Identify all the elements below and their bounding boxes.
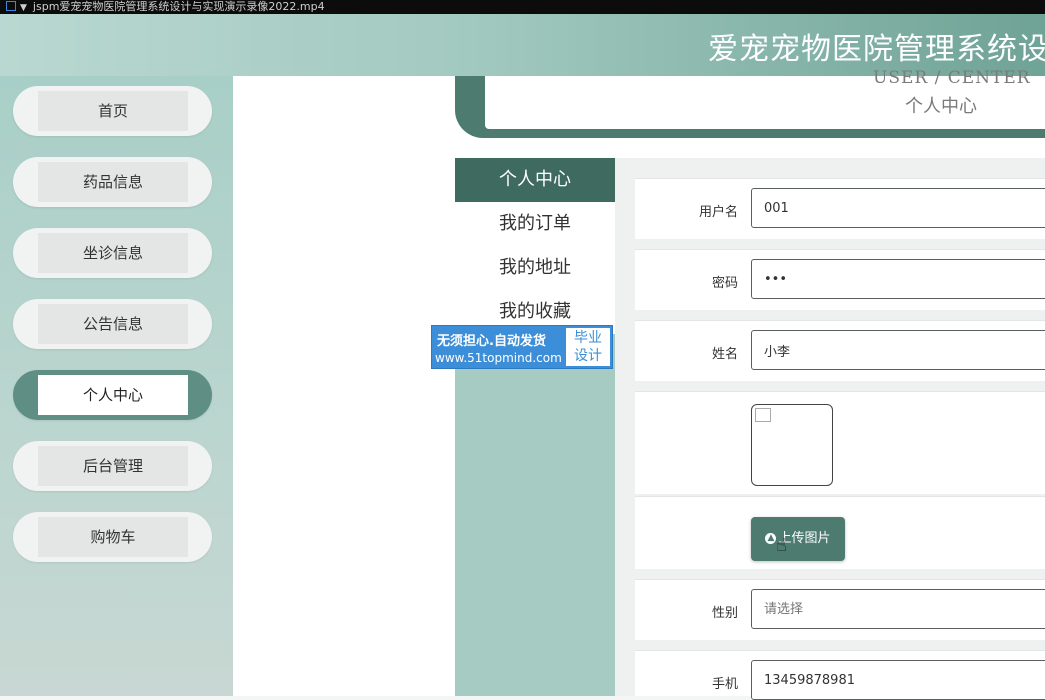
password-label: 密码 [711, 276, 738, 291]
sidebar-item-cart[interactable]: 购物车 [13, 512, 212, 562]
sidebar-item-label: 购物车 [38, 517, 188, 557]
sidebar-item-admin[interactable]: 后台管理 [13, 441, 212, 491]
broken-image-icon [755, 408, 771, 422]
gender-label: 性别 [711, 606, 738, 621]
window-title: jspm爱宠宠物医院管理系统设计与实现演示录像2022.mp4 [32, 0, 325, 13]
name-label: 姓名 [711, 347, 738, 362]
password-field[interactable] [751, 259, 1045, 299]
watermark-box-line2: 设计 [574, 348, 602, 364]
sidebar-item-clinic[interactable]: 坐诊信息 [13, 228, 212, 278]
sidebar: 首页 药品信息 坐诊信息 公告信息 个人中心 后台管理 购物车 [0, 76, 233, 696]
phone-label: 手机 [711, 677, 738, 692]
upload-image-button[interactable]: ▲ 上传图片 [751, 517, 845, 561]
sidebar-item-medicine[interactable]: 药品信息 [13, 157, 212, 207]
sidebar-item-home[interactable]: 首页 [13, 86, 212, 136]
watermark-ad: 无须担心.自动发货 www.51topmind.com 毕业设计 [431, 325, 613, 369]
gender-select[interactable] [751, 589, 1045, 629]
hand-cursor-icon: ☝ [776, 535, 787, 556]
name-field[interactable] [751, 330, 1045, 370]
sidebar-item-label: 公告信息 [38, 304, 188, 344]
sidebar-item-notice[interactable]: 公告信息 [13, 299, 212, 349]
app-icon [6, 1, 16, 11]
upload-icon: ▲ [765, 533, 777, 544]
submenu-item-profile[interactable]: 个人中心 [455, 158, 615, 202]
banner-title-cn: 个人中心 [905, 96, 977, 117]
banner-title-en: USER / CENTER [873, 68, 1031, 88]
watermark-line2: www.51topmind.com [435, 351, 562, 365]
username-field[interactable] [751, 188, 1045, 228]
sidebar-item-label: 坐诊信息 [38, 233, 188, 273]
form-row-name: 姓名 [635, 320, 1045, 381]
form-row-gender: 性别 [635, 579, 1045, 640]
form-row-username: 用户名 [635, 178, 1045, 239]
sidebar-item-label: 首页 [38, 91, 188, 131]
sidebar-item-label: 后台管理 [38, 446, 188, 486]
sidebar-item-user-center[interactable]: 个人中心 [13, 370, 212, 420]
chevron-down-icon[interactable]: ▼ [20, 1, 27, 14]
site-title: 爱宠宠物医院管理系统设计 [708, 32, 1045, 67]
submenu-item-orders[interactable]: 我的订单 [455, 202, 615, 246]
user-center-menu: 个人中心 我的订单 我的地址 我的收藏 [455, 158, 615, 696]
site-header: 爱宠宠物医院管理系统设计 [0, 14, 1045, 76]
banner-card: USER / CENTER 个人中心 [485, 68, 1045, 129]
avatar-image-preview [751, 404, 833, 486]
watermark-box: 毕业 设计 [566, 328, 610, 366]
profile-form: 用户名 密码 姓名 ▲上传图片 性别 手机 [615, 158, 1045, 700]
sidebar-item-label: 药品信息 [38, 162, 188, 202]
form-row-image [635, 391, 1045, 494]
sidebar-item-label: 个人中心 [38, 375, 188, 415]
submenu-item-address[interactable]: 我的地址 [455, 246, 615, 290]
watermark-line1: 无须担心.自动发货 [437, 334, 546, 349]
watermark-box-line1: 毕业 [574, 330, 602, 346]
form-row-phone: 手机 [635, 650, 1045, 700]
form-row-password: 密码 [635, 249, 1045, 310]
form-row-upload: ▲ 上传图片 [635, 496, 1045, 569]
section-banner: USER / CENTER 个人中心 [455, 68, 1045, 138]
window-title-bar: ▼ jspm爱宠宠物医院管理系统设计与实现演示录像2022.mp4 [0, 0, 1045, 14]
main-content: USER / CENTER 个人中心 个人中心 我的订单 我的地址 我的收藏 用… [233, 68, 1045, 700]
phone-field[interactable] [751, 660, 1045, 700]
username-label: 用户名 [698, 205, 738, 220]
